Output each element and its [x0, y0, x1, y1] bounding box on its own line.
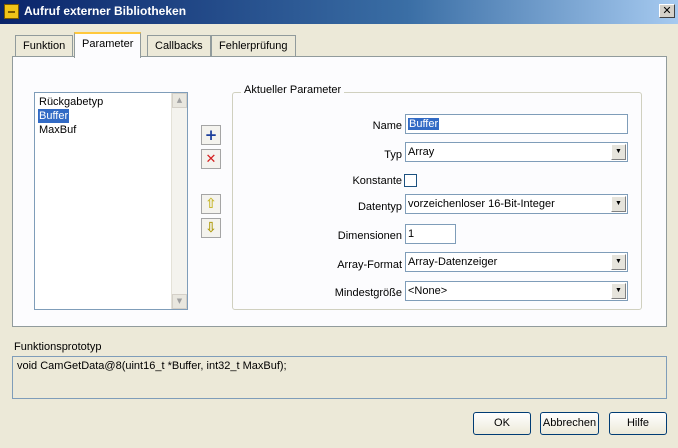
arrow-down-icon: ⇩ — [205, 220, 217, 236]
datatype-select[interactable]: vorzeichenloser 16-Bit-Integer ▼ — [405, 194, 628, 214]
move-up-button[interactable]: ⇧ — [201, 194, 221, 214]
delete-icon: ✕ — [205, 151, 217, 167]
chevron-down-icon[interactable]: ▼ — [611, 283, 626, 299]
arrayformat-select[interactable]: Array-Datenzeiger ▼ — [405, 252, 628, 272]
group-title: Aktueller Parameter — [241, 84, 345, 96]
arrayformat-value: Array-Datenzeiger — [408, 256, 498, 268]
name-value: Buffer — [408, 118, 440, 130]
move-down-button[interactable]: ⇩ — [201, 218, 221, 238]
chevron-down-icon[interactable]: ▼ — [611, 196, 626, 212]
minsize-select[interactable]: <None> ▼ — [405, 281, 628, 301]
app-icon — [4, 4, 19, 19]
type-value: Array — [408, 146, 435, 158]
type-label: Typ — [384, 149, 402, 161]
minsize-label: Mindestgröße — [334, 287, 402, 299]
cancel-button[interactable]: Abbrechen — [540, 412, 599, 435]
delete-parameter-button[interactable]: ✕ — [201, 149, 221, 169]
close-button[interactable]: ✕ — [659, 4, 675, 18]
name-label: Name — [372, 120, 402, 132]
ok-button[interactable]: OK — [473, 412, 531, 435]
tab-fehlerpruefung[interactable]: Fehlerprüfung — [211, 35, 296, 57]
plus-icon: + — [204, 126, 218, 144]
const-label: Konstante — [352, 175, 402, 187]
list-item-maxbuf[interactable]: MaxBuf — [38, 123, 77, 137]
chevron-down-icon[interactable]: ▼ — [611, 254, 626, 270]
scroll-up-icon[interactable]: ▲ — [172, 93, 187, 108]
tab-parameter[interactable]: Parameter — [74, 32, 142, 58]
dims-input[interactable]: 1 — [405, 224, 456, 244]
scroll-down-icon[interactable]: ▼ — [172, 294, 187, 309]
list-item-rueckgabetyp[interactable]: Rückgabetyp — [38, 95, 104, 109]
type-select[interactable]: Array ▼ — [405, 142, 628, 162]
name-input[interactable]: Buffer — [405, 114, 628, 134]
arrayformat-label: Array-Format — [337, 259, 402, 271]
const-checkbox[interactable] — [404, 174, 417, 187]
list-scrollbar[interactable]: ▲ ▼ — [171, 93, 187, 309]
dims-label: Dimensionen — [337, 230, 402, 242]
prototype-label: Funktionsprototyp — [14, 341, 102, 353]
tab-funktion[interactable]: Funktion — [15, 35, 74, 57]
chevron-down-icon[interactable]: ▼ — [611, 144, 626, 160]
parameter-list[interactable]: Rückgabetyp Buffer MaxBuf ▲ ▼ — [34, 92, 188, 310]
window-title: Aufruf externer Bibliotheken — [24, 4, 187, 18]
minsize-value: <None> — [408, 285, 448, 297]
tab-callbacks[interactable]: Callbacks — [147, 35, 211, 57]
dims-value: 1 — [408, 228, 415, 240]
prototype-text: void CamGetData@8(uint16_t *Buffer, int3… — [12, 356, 667, 399]
arrow-up-icon: ⇧ — [205, 196, 217, 212]
help-button[interactable]: Hilfe — [609, 412, 667, 435]
add-parameter-button[interactable]: + — [201, 125, 221, 145]
list-item-buffer[interactable]: Buffer — [38, 109, 70, 123]
datatype-label: Datentyp — [357, 201, 402, 213]
datatype-value: vorzeichenloser 16-Bit-Integer — [408, 198, 555, 210]
